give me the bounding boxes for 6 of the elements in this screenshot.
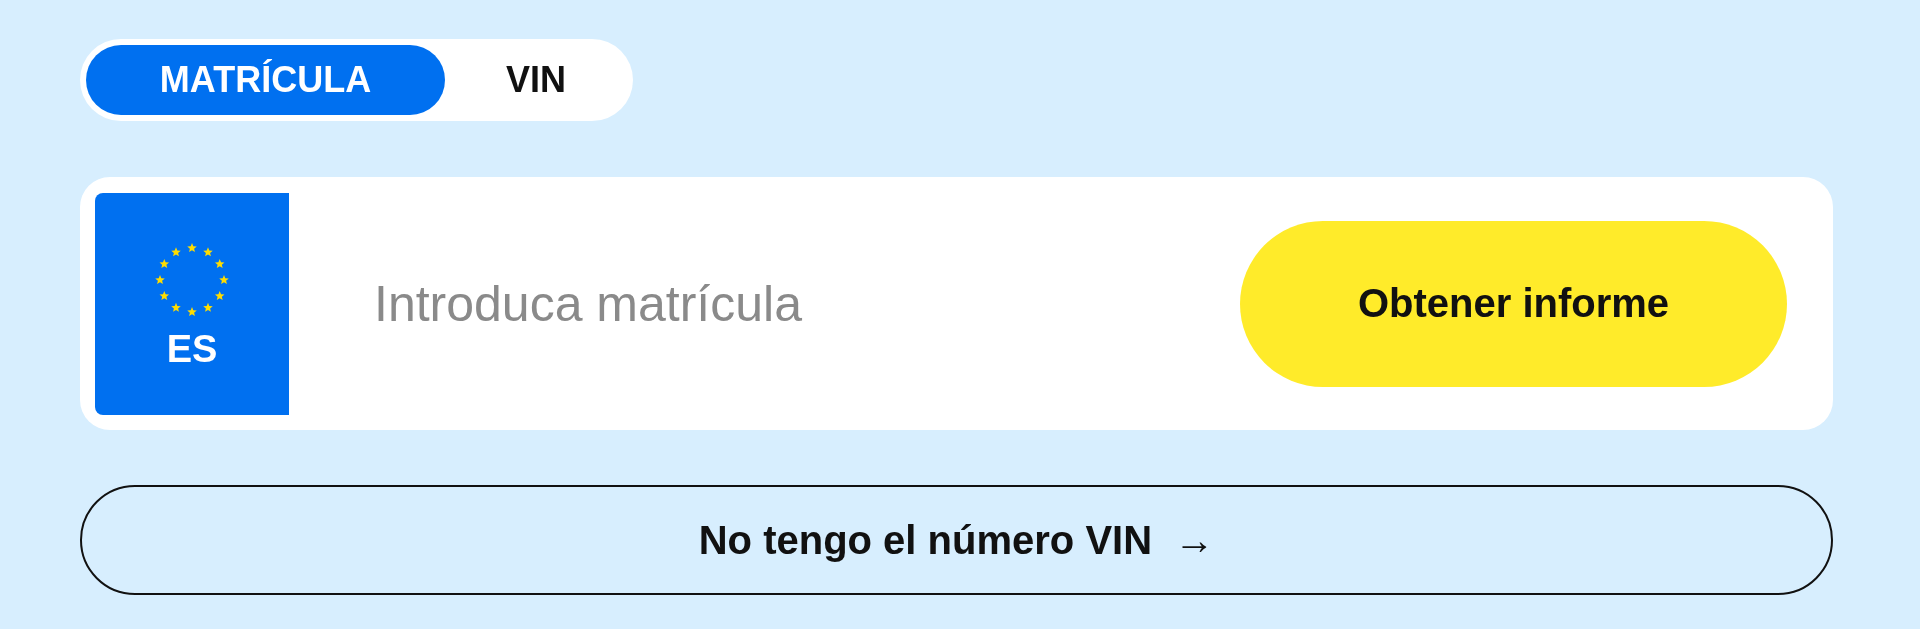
no-vin-link-button[interactable]: No tengo el número VIN → [80, 485, 1833, 595]
plate-input-field[interactable]: Introduca matrícula [372, 273, 1240, 334]
get-report-button[interactable]: Obtener informe [1240, 220, 1787, 387]
tab[interactable]: VIN [445, 45, 627, 115]
tab[interactable]: MATRÍCULA [86, 45, 445, 115]
country-code: ES [166, 328, 218, 371]
